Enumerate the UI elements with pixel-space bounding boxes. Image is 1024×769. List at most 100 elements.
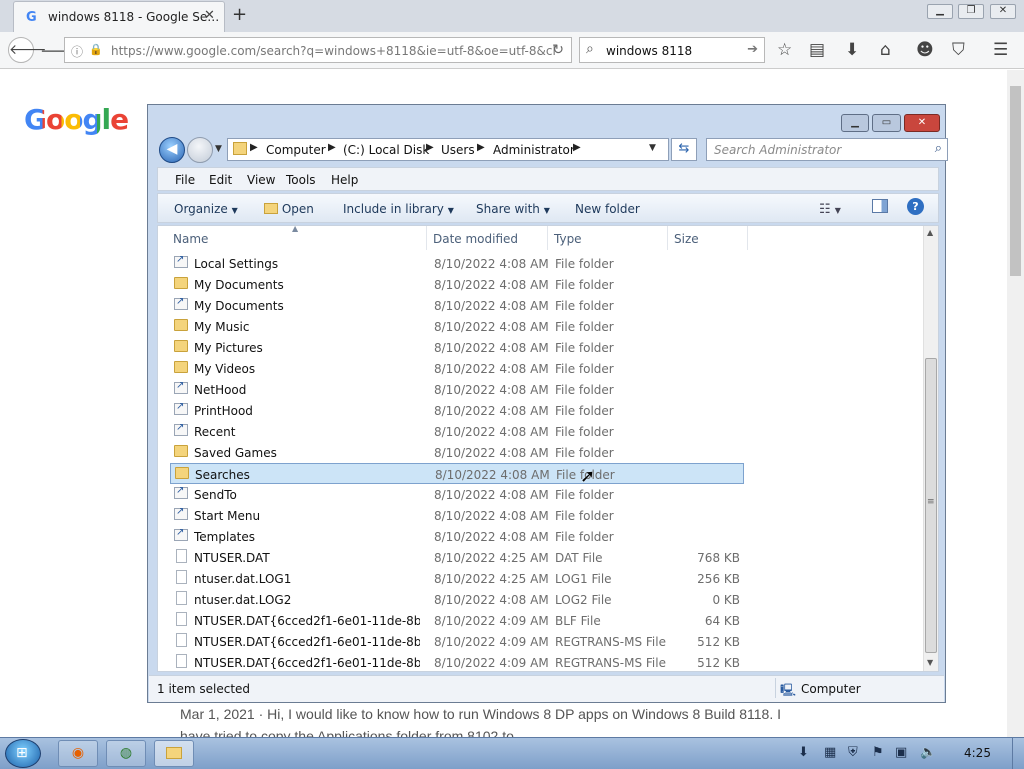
column-header-date[interactable]: Date modified [433,232,518,246]
file-row[interactable]: Start Menu 8/10/2022 4:08 AM File folder [170,505,744,526]
file-row[interactable]: My Documents 8/10/2022 4:08 AM File folder [170,295,744,316]
refresh-button[interactable]: ⇆ [671,138,697,161]
menu-edit[interactable]: Edit [209,173,232,187]
search-icon[interactable]: ⌕ [935,141,942,156]
breadcrumb-computer[interactable]: Computer [266,143,326,157]
minimize-browser-button[interactable]: ▁ [927,4,953,19]
close-tab-icon[interactable]: ✕ [204,8,215,23]
start-button[interactable]: ⊞ [5,739,41,768]
search-go-icon[interactable]: ➔ [747,42,758,57]
file-row[interactable]: Templates 8/10/2022 4:08 AM File folder [170,526,744,547]
file-row[interactable]: Saved Games 8/10/2022 4:08 AM File folder [170,442,744,463]
organize-button[interactable]: Organize ▼ [174,202,238,216]
firefox-taskbar-button[interactable]: ◉ [58,740,98,767]
breadcrumb-administrator[interactable]: Administrator [493,143,575,157]
bookmark-star-icon[interactable]: ☆ [777,40,792,60]
explorer-back-button[interactable]: ◀ [159,137,185,163]
file-row[interactable]: NTUSER.DAT{6cced2f1-6e01-11de-8bed-... 8/… [170,610,744,631]
google-logo[interactable]: Google [24,103,129,136]
file-row[interactable]: NTUSER.DAT{6cced2f1-6e01-11de-8bed-... 8/… [170,631,744,652]
file-row[interactable]: My Music 8/10/2022 4:08 AM File folder [170,316,744,337]
file-row[interactable]: Recent 8/10/2022 4:08 AM File folder [170,421,744,442]
file-row[interactable]: NetHood 8/10/2022 4:08 AM File folder [170,379,744,400]
breadcrumb-separator-icon[interactable]: ▶ [426,142,434,153]
preview-pane-icon[interactable] [872,199,888,213]
network-app-taskbar-button[interactable]: ◍ [106,740,146,767]
address-bar[interactable]: ▶ Computer ▶ (C:) Local Disk ▶ Users ▶ A… [227,138,669,161]
file-row[interactable]: Local Settings 8/10/2022 4:08 AM File fold… [170,253,744,274]
explorer-search-box[interactable]: Search Administrator ⌕ [706,138,948,161]
breadcrumb-separator-icon[interactable]: ▶ [573,142,581,153]
column-divider[interactable] [747,226,748,250]
tray-shield-icon[interactable]: ⛨ [848,745,858,760]
file-list-scrollbar[interactable]: ▲ ≡ ▼ [923,226,938,671]
close-browser-button[interactable]: ✕ [990,4,1016,19]
column-divider[interactable] [667,226,668,250]
close-explorer-button[interactable]: ✕ [904,114,940,132]
menu-view[interactable]: View [247,173,275,187]
reload-icon[interactable]: ↻ [552,42,564,58]
column-divider[interactable] [426,226,427,250]
home-icon[interactable]: ⌂ [880,40,891,60]
help-icon[interactable]: ? [907,198,924,215]
file-row[interactable]: ntuser.dat.LOG1 8/10/2022 4:25 AM LOG1 Fil… [170,568,744,589]
breadcrumb-users[interactable]: Users [441,143,475,157]
recent-pages-chevron-icon[interactable]: ▼ [215,144,222,154]
browser-scrollbar-thumb[interactable] [1010,86,1021,276]
tray-app-icon[interactable]: ⬇ [798,745,809,760]
info-icon[interactable]: ⓘ [71,43,83,60]
downloads-icon[interactable]: ⬇ [845,40,859,60]
view-options-icon[interactable]: ☷ ▼ [819,202,841,217]
address-dropdown-icon[interactable]: ▼ [649,143,656,153]
explorer-forward-button[interactable] [187,137,213,163]
pocket-icon[interactable]: ⛉ [952,40,965,60]
back-button[interactable]: 🡐 [8,37,47,63]
menu-help[interactable]: Help [331,173,358,187]
new-folder-button[interactable]: New folder [575,202,640,216]
column-header-name[interactable]: Name [173,232,208,246]
url-bar[interactable]: ⓘ 🔒 https://www.google.com/search?q=wind… [64,37,572,63]
column-header-size[interactable]: Size [674,232,699,246]
file-row[interactable]: My Videos 8/10/2022 4:08 AM File folder [170,358,744,379]
menu-file[interactable]: File [175,173,195,187]
browser-scrollbar[interactable] [1007,70,1024,737]
file-row[interactable]: NTUSER.DAT{6cced2f1-6e01-11de-8bed-... 8/… [170,652,744,671]
minimize-explorer-button[interactable]: ▁ [841,114,869,132]
open-button[interactable]: Open [264,202,314,216]
file-row[interactable]: Searches 8/10/2022 4:08 AM File folder [170,463,744,484]
file-icon [176,612,187,626]
tray-network-icon[interactable]: ▣ [895,745,907,760]
browser-search-box[interactable]: ⌕ windows 8118 ➔ [579,37,765,63]
hello-icon[interactable]: ☻ [916,40,934,60]
scroll-down-icon[interactable]: ▼ [927,658,933,667]
file-row[interactable]: My Pictures 8/10/2022 4:08 AM File folder [170,337,744,358]
new-tab-button[interactable]: + [232,4,247,25]
menu-icon[interactable]: ☰ [993,40,1008,60]
column-header-type[interactable]: Type [554,232,582,246]
tray-document-icon[interactable]: ▦ [824,745,836,760]
bookmarks-list-icon[interactable]: ▤ [809,40,825,60]
taskbar-clock[interactable]: 4:25 [964,746,991,760]
share-with-button[interactable]: Share with ▼ [476,202,550,216]
file-row[interactable]: SendTo 8/10/2022 4:08 AM File folder [170,484,744,505]
include-in-library-button[interactable]: Include in library ▼ [343,202,454,216]
file-row[interactable]: ntuser.dat.LOG2 8/10/2022 4:08 AM LOG2 Fil… [170,589,744,610]
restore-browser-button[interactable]: ❐ [958,4,984,19]
file-row[interactable]: My Documents 8/10/2022 4:08 AM File folder [170,274,744,295]
explorer-taskbar-button[interactable] [154,740,194,767]
breadcrumb-separator-icon[interactable]: ▶ [477,142,485,153]
file-row[interactable]: NTUSER.DAT 8/10/2022 4:25 AM DAT File 768 K… [170,547,744,568]
maximize-explorer-button[interactable]: ▭ [872,114,901,132]
breadcrumb-separator-icon[interactable]: ▶ [328,142,336,153]
tray-flag-icon[interactable]: ⚑ [872,745,884,760]
menu-tools[interactable]: Tools [286,173,316,187]
file-row[interactable]: PrintHood 8/10/2022 4:08 AM File folder [170,400,744,421]
file-list-scrollbar-thumb[interactable]: ≡ [925,358,937,653]
column-divider[interactable] [547,226,548,250]
browser-tab[interactable]: G windows 8118 - Google Se… ✕ [13,1,225,32]
show-desktop-button[interactable] [1012,738,1024,769]
tray-volume-icon[interactable]: 🔈 [920,745,936,760]
breadcrumb-local-disk[interactable]: (C:) Local Disk [343,143,429,157]
breadcrumb-separator-icon[interactable]: ▶ [250,142,258,153]
scroll-up-icon[interactable]: ▲ [927,228,933,237]
